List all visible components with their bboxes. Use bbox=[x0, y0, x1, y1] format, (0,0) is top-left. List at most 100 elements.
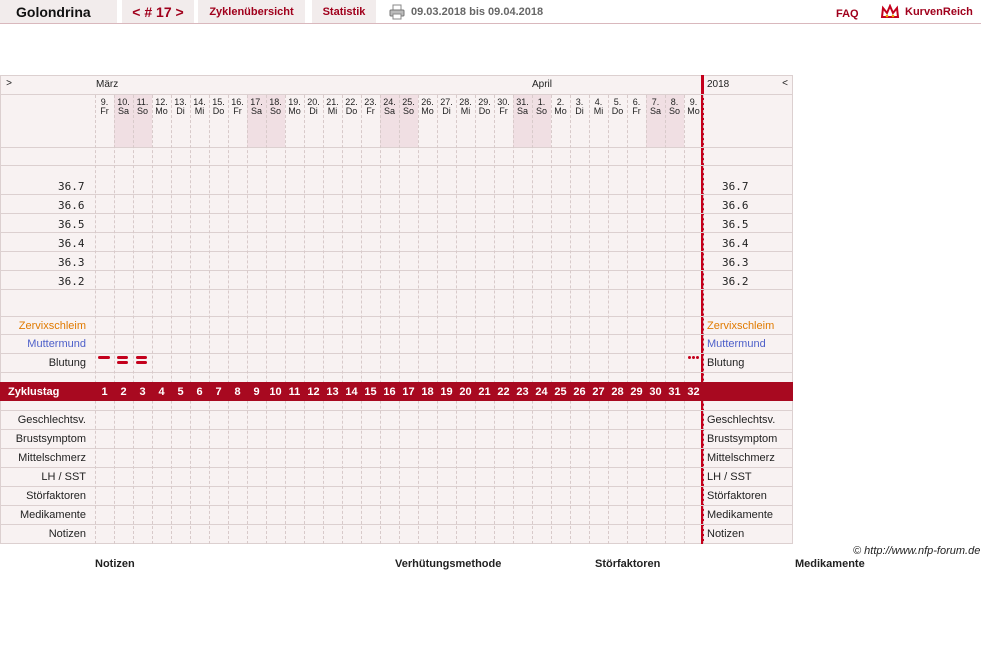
grid-column bbox=[437, 95, 438, 544]
cycle-day-number: 7 bbox=[215, 385, 222, 398]
scroll-left-button[interactable]: > bbox=[4, 79, 14, 89]
weekday-label: Fr bbox=[499, 106, 508, 116]
weekday-label: Mo bbox=[421, 106, 434, 116]
grid-column bbox=[513, 95, 514, 544]
printer-icon[interactable] bbox=[388, 0, 406, 23]
grid-line bbox=[0, 372, 793, 373]
weekday-label: Di bbox=[176, 106, 185, 116]
row-label: Geschlechtsv. bbox=[17, 414, 86, 426]
weekday-label: Mo bbox=[288, 106, 301, 116]
grid-line bbox=[0, 467, 793, 468]
grid-column bbox=[532, 95, 533, 544]
row-label: Mittelschmerz bbox=[18, 452, 86, 464]
scroll-right-button[interactable]: < bbox=[780, 79, 790, 89]
grid-line bbox=[0, 94, 793, 95]
row-label: Medikamente bbox=[707, 509, 774, 521]
weekday-label: Do bbox=[212, 106, 225, 116]
grid-column bbox=[494, 95, 495, 544]
cycle-day-number: 1 bbox=[101, 385, 108, 398]
date-range: 09.03.2018 bis 09.04.2018 bbox=[411, 5, 544, 18]
grid-line bbox=[0, 505, 793, 506]
cycle-day-number: 22 bbox=[497, 385, 510, 398]
brand-logo[interactable]: KurvenReich bbox=[880, 0, 973, 23]
grid-column bbox=[380, 95, 381, 544]
bleeding-mark bbox=[136, 356, 147, 359]
weekday-label: Sa bbox=[117, 106, 129, 116]
temperature-label: 36.5 bbox=[58, 218, 85, 231]
temperature-label: 36.6 bbox=[58, 199, 85, 212]
footer-method: Verhütungsmethode bbox=[395, 558, 502, 570]
grid-line bbox=[0, 353, 793, 354]
grid-column bbox=[152, 95, 153, 544]
grid-line bbox=[0, 429, 793, 430]
temperature-label: 36.3 bbox=[58, 256, 85, 269]
temperature-label: 36.2 bbox=[722, 275, 749, 288]
cycle-day-number: 10 bbox=[269, 385, 282, 398]
grid-column bbox=[95, 95, 96, 544]
bleeding-mark bbox=[117, 356, 128, 359]
bleeding-mark bbox=[117, 361, 128, 364]
cycle-day-number: 12 bbox=[307, 385, 320, 398]
grid-line bbox=[0, 251, 793, 252]
cycle-day-number: 23 bbox=[516, 385, 529, 398]
cycle-day-number: 21 bbox=[478, 385, 491, 398]
grid-column bbox=[589, 95, 590, 544]
row-label: Mittelschmerz bbox=[707, 452, 775, 464]
faq-link[interactable]: FAQ bbox=[836, 2, 859, 25]
grid-column bbox=[627, 95, 628, 544]
footer-disturbances: Störfaktoren bbox=[595, 558, 661, 570]
grid-line bbox=[0, 194, 793, 195]
tab-cycle-overview[interactable]: Zyklenübersicht bbox=[198, 0, 305, 23]
weekday-label: Do bbox=[478, 106, 491, 116]
row-label: Muttermund bbox=[707, 338, 766, 350]
grid-column bbox=[703, 95, 704, 544]
weekday-label: So bbox=[402, 106, 414, 116]
tab-statistics[interactable]: Statistik bbox=[312, 0, 376, 23]
grid-line bbox=[0, 524, 793, 525]
grid-line bbox=[0, 448, 793, 449]
cycle-day-number: 28 bbox=[611, 385, 624, 398]
temperature-label: 36.4 bbox=[58, 237, 85, 250]
cycle-day-number: 24 bbox=[535, 385, 548, 398]
temperature-label: 36.2 bbox=[58, 275, 85, 288]
cycle-day-number: 26 bbox=[573, 385, 586, 398]
temperature-label: 36.3 bbox=[722, 256, 749, 269]
grid-column bbox=[247, 95, 248, 544]
weekday-label: Mo bbox=[687, 106, 700, 116]
month-label: März bbox=[96, 79, 119, 90]
app-name: Golondrina bbox=[0, 0, 117, 23]
row-label: Störfaktoren bbox=[707, 490, 767, 502]
grid-column bbox=[323, 95, 324, 544]
temperature-label: 36.7 bbox=[722, 180, 749, 193]
grid-column bbox=[304, 95, 305, 544]
row-label: Zervixschleim bbox=[18, 320, 86, 332]
weekday-label: So bbox=[136, 106, 148, 116]
cycle-navigator[interactable]: < # 17 > bbox=[122, 0, 194, 23]
grid-column bbox=[608, 95, 609, 544]
grid-line bbox=[0, 334, 793, 335]
weekday-label: Mo bbox=[554, 106, 567, 116]
cycle-day-number: 4 bbox=[158, 385, 165, 398]
weekday-label: Mi bbox=[593, 106, 604, 116]
weekday-label: Di bbox=[309, 106, 318, 116]
weekday-label: So bbox=[269, 106, 281, 116]
grid-column bbox=[475, 95, 476, 544]
cycle-day-number: 15 bbox=[364, 385, 377, 398]
temperature-label: 36.4 bbox=[722, 237, 749, 250]
weekday-label: Do bbox=[345, 106, 358, 116]
cycle-day-number: 14 bbox=[345, 385, 358, 398]
row-label: Medikamente bbox=[19, 509, 86, 521]
grid-column bbox=[456, 95, 457, 544]
weekday-label: Mi bbox=[327, 106, 338, 116]
temperature-label: 36.5 bbox=[722, 218, 749, 231]
weekday-label: Mi bbox=[194, 106, 205, 116]
weekday-label: Sa bbox=[516, 106, 528, 116]
weekday-label: Mo bbox=[155, 106, 168, 116]
cycle-day-number: 8 bbox=[234, 385, 241, 398]
grid-column bbox=[399, 95, 400, 544]
grid-column bbox=[551, 95, 552, 544]
weekday-label: Fr bbox=[233, 106, 242, 116]
grid-line bbox=[0, 289, 793, 290]
grid-column bbox=[209, 95, 210, 544]
grid-column bbox=[266, 95, 267, 544]
